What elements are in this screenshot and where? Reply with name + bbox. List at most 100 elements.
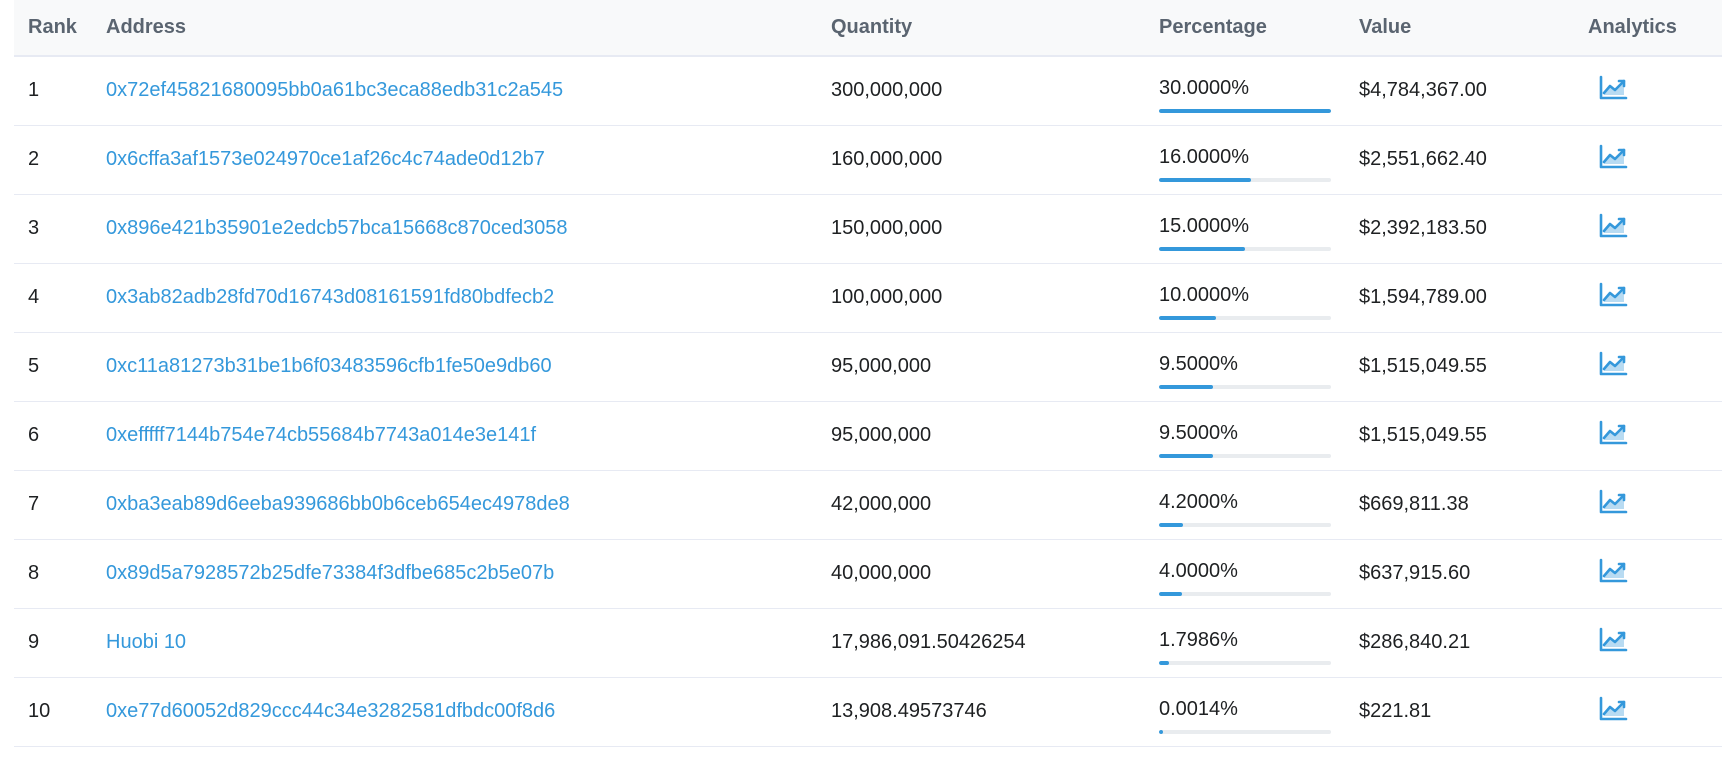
address-cell: 0x72ef45821680095bb0a61bc3eca88edb31c2a5… xyxy=(106,56,831,125)
quantity-value: 42,000,000 xyxy=(831,493,932,515)
analytics-cell xyxy=(1588,608,1722,677)
percentage-progress-track xyxy=(1159,246,1331,251)
analytics-cell xyxy=(1588,539,1722,608)
rank-value: 6 xyxy=(28,424,40,446)
area-chart-icon[interactable] xyxy=(1598,213,1628,239)
quantity-value: 300,000,000 xyxy=(831,79,943,102)
value-amount: $1,594,789.00 xyxy=(1359,286,1487,308)
address-cell: 0xc11a81273b31be1b6f03483596cfb1fe50e9db… xyxy=(106,332,831,401)
area-chart-icon[interactable] xyxy=(1598,696,1628,722)
percentage-indicator: 30.0000% xyxy=(1159,77,1331,113)
percentage-progress-fill xyxy=(1159,453,1214,458)
table-row: 9 Huobi 10 17,986,091.50426254 1.7986% $… xyxy=(14,608,1722,677)
percentage-value: 16.0000% xyxy=(1159,145,1250,168)
table-row: 10 0xe77d60052d829ccc44c34e3282581dfbdc0… xyxy=(14,677,1722,746)
analytics-cell xyxy=(1588,677,1722,746)
table-row: 3 0x896e421b35901e2edcb57bca15668c870ced… xyxy=(14,194,1722,263)
area-chart-icon-svg xyxy=(1599,420,1628,444)
holder-address-link[interactable]: 0xba3eab89d6eeba939686bb0b6ceb654ec4978d… xyxy=(106,493,570,515)
header-percentage[interactable]: Percentage xyxy=(1159,0,1359,57)
holder-address-link[interactable]: 0xe77d60052d829ccc44c34e3282581dfbdc00f8… xyxy=(106,700,555,722)
percentage-progress-track xyxy=(1159,660,1331,665)
area-chart-icon[interactable] xyxy=(1598,144,1628,170)
value-amount: $1,515,049.55 xyxy=(1359,424,1487,446)
table-row: 2 0x6cffa3af1573e024970ce1af26c4c74ade0d… xyxy=(14,125,1722,194)
percentage-value: 15.0000% xyxy=(1159,214,1250,237)
value-amount: $1,515,049.55 xyxy=(1359,355,1487,377)
quantity-cell: 42,000,000 xyxy=(831,470,1159,539)
percentage-value: 1.7986% xyxy=(1159,628,1238,651)
value-cell: $4,784,367.00 xyxy=(1359,56,1588,125)
percentage-progress-track xyxy=(1159,453,1331,458)
area-chart-icon[interactable] xyxy=(1598,420,1628,446)
rank-value: 2 xyxy=(28,148,40,170)
holder-address-link[interactable]: 0x6cffa3af1573e024970ce1af26c4c74ade0d12… xyxy=(106,148,545,170)
holder-address-link[interactable]: 0x896e421b35901e2edcb57bca15668c870ced30… xyxy=(106,217,568,239)
percentage-value: 30.0000% xyxy=(1159,76,1250,99)
rank-cell: 1 xyxy=(14,56,106,125)
percentage-indicator: 0.0014% xyxy=(1159,698,1331,734)
percentage-cell: 1.7986% xyxy=(1159,608,1359,677)
quantity-cell: 100,000,000 xyxy=(831,263,1159,332)
holder-address-link[interactable]: 0xefffff7144b754e74cb55684b7743a014e3e14… xyxy=(106,424,536,446)
rank-value: 5 xyxy=(28,355,40,377)
percentage-indicator: 1.7986% xyxy=(1159,629,1331,665)
analytics-cell xyxy=(1588,194,1722,263)
percentage-indicator: 10.0000% xyxy=(1159,284,1331,320)
rank-value: 4 xyxy=(28,286,40,308)
holder-address-link[interactable]: Huobi 10 xyxy=(106,631,186,653)
value-amount: $2,392,183.50 xyxy=(1359,217,1487,239)
header-address[interactable]: Address xyxy=(106,0,831,57)
percentage-progress-track xyxy=(1159,177,1331,182)
percentage-indicator: 9.5000% xyxy=(1159,422,1331,458)
area-chart-icon[interactable] xyxy=(1598,351,1628,377)
address-cell: 0x3ab82adb28fd70d16743d08161591fd80bdfec… xyxy=(106,263,831,332)
analytics-cell xyxy=(1588,401,1722,470)
percentage-value: 10.0000% xyxy=(1159,283,1250,306)
area-chart-icon[interactable] xyxy=(1598,75,1628,101)
area-chart-icon-svg xyxy=(1599,144,1628,168)
percentage-cell: 4.0000% xyxy=(1159,539,1359,608)
value-amount: $669,811.38 xyxy=(1359,493,1469,515)
holder-address-link[interactable]: 0x3ab82adb28fd70d16743d08161591fd80bdfec… xyxy=(106,286,554,308)
percentage-progress-fill xyxy=(1159,660,1170,665)
quantity-cell: 17,986,091.50426254 xyxy=(831,608,1159,677)
holder-address-link[interactable]: 0x72ef45821680095bb0a61bc3eca88edb31c2a5… xyxy=(106,79,563,101)
percentage-progress-fill xyxy=(1159,108,1331,113)
rank-cell: 4 xyxy=(14,263,106,332)
header-value[interactable]: Value xyxy=(1359,0,1588,57)
value-cell: $1,594,789.00 xyxy=(1359,263,1588,332)
holder-address-link[interactable]: 0x89d5a7928572b25dfe73384f3dfbe685c2b5e0… xyxy=(106,562,554,584)
area-chart-icon[interactable] xyxy=(1598,627,1628,653)
quantity-cell: 150,000,000 xyxy=(831,194,1159,263)
rank-cell: 6 xyxy=(14,401,106,470)
header-quantity[interactable]: Quantity xyxy=(831,0,1159,57)
analytics-cell xyxy=(1588,332,1722,401)
holder-address-link[interactable]: 0xc11a81273b31be1b6f03483596cfb1fe50e9db… xyxy=(106,355,552,377)
address-cell: 0xba3eab89d6eeba939686bb0b6ceb654ec4978d… xyxy=(106,470,831,539)
analytics-cell xyxy=(1588,56,1722,125)
area-chart-icon[interactable] xyxy=(1598,558,1628,584)
percentage-indicator: 4.2000% xyxy=(1159,491,1331,527)
address-cell: 0x89d5a7928572b25dfe73384f3dfbe685c2b5e0… xyxy=(106,539,831,608)
quantity-cell: 40,000,000 xyxy=(831,539,1159,608)
rank-cell: 3 xyxy=(14,194,106,263)
percentage-indicator: 4.0000% xyxy=(1159,560,1331,596)
percentage-indicator: 16.0000% xyxy=(1159,146,1331,182)
area-chart-icon[interactable] xyxy=(1598,489,1628,515)
header-rank[interactable]: Rank xyxy=(14,0,106,57)
quantity-value: 160,000,000 xyxy=(831,148,943,170)
value-amount: $2,551,662.40 xyxy=(1359,148,1487,170)
rank-cell: 8 xyxy=(14,539,106,608)
header-analytics: Analytics xyxy=(1588,0,1722,57)
rank-cell: 2 xyxy=(14,125,106,194)
token-holders-table: Rank Address Quantity Percentage Value A… xyxy=(14,0,1722,747)
percentage-progress-fill xyxy=(1159,246,1245,251)
percentage-cell: 30.0000% xyxy=(1159,56,1359,125)
area-chart-icon[interactable] xyxy=(1598,282,1628,308)
quantity-cell: 95,000,000 xyxy=(831,401,1159,470)
rank-value: 1 xyxy=(28,79,40,102)
area-chart-icon-svg xyxy=(1599,75,1628,100)
table-row: 4 0x3ab82adb28fd70d16743d08161591fd80bdf… xyxy=(14,263,1722,332)
table-body: 1 0x72ef45821680095bb0a61bc3eca88edb31c2… xyxy=(14,56,1722,746)
